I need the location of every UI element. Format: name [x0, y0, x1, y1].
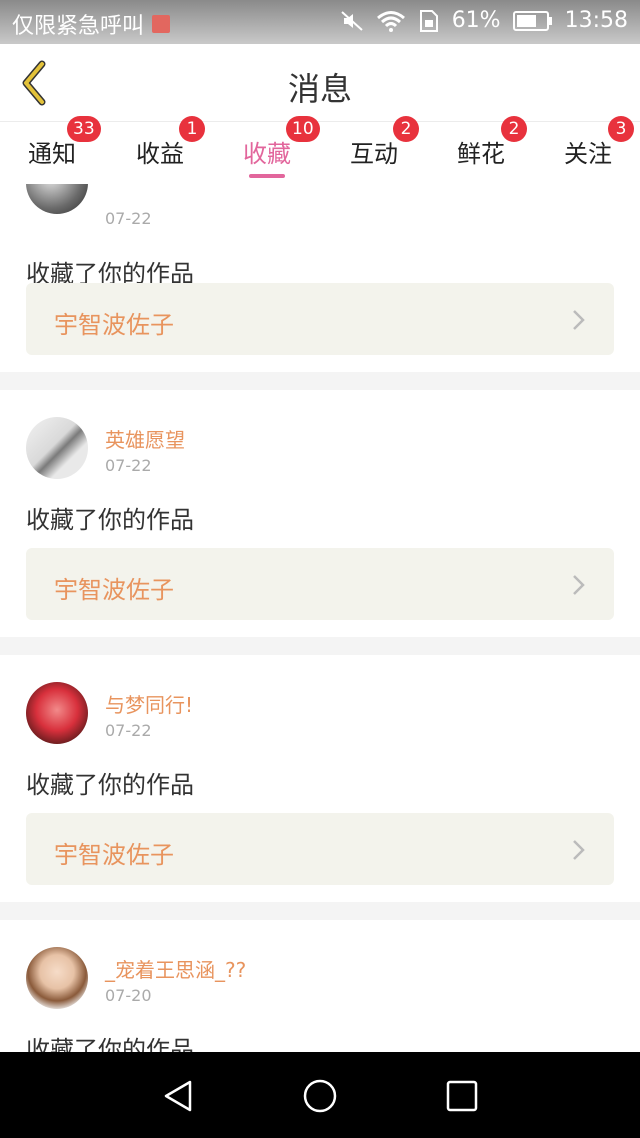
tab-badge: 2	[501, 116, 527, 142]
mute-icon	[341, 10, 363, 31]
tab-flowers[interactable]: 鲜花 2	[426, 116, 536, 184]
status-bar: 仅限紧急呼叫 61% 13:58	[0, 0, 640, 44]
tab-interactions[interactable]: 互动 2	[319, 116, 429, 184]
avatar[interactable]	[26, 947, 88, 1009]
active-tab-indicator	[249, 174, 285, 178]
home-circle-icon[interactable]	[300, 1076, 340, 1116]
clock: 13:58	[564, 8, 628, 33]
message-time: 07-22	[105, 721, 152, 740]
carrier-text: 仅限紧急呼叫	[12, 14, 145, 39]
app-header: 消息	[0, 44, 640, 122]
status-right: 61% 13:58	[340, 8, 628, 33]
work-link[interactable]: 宇智波佐子	[26, 548, 614, 620]
tab-badge: 1	[179, 116, 205, 142]
message-time: 07-22	[105, 209, 152, 228]
tab-bar: 通知 33 收益 1 收藏 10 互动 2 鲜花 2 关注 3	[0, 116, 640, 184]
system-nav-bar	[0, 1052, 640, 1138]
wifi-icon	[376, 10, 405, 32]
tab-follows[interactable]: 关注 3	[533, 116, 640, 184]
recents-square-icon[interactable]	[442, 1076, 482, 1116]
message-card: 07-22 收藏了你的作品 宇智波佐子	[0, 184, 640, 372]
tab-earnings[interactable]: 收益 1	[105, 116, 215, 184]
tab-badge: 2	[393, 116, 419, 142]
tab-notifications[interactable]: 通知 33	[0, 116, 107, 184]
avatar[interactable]	[26, 682, 88, 744]
tab-badge: 10	[286, 116, 320, 142]
message-card: _宠着王思涵_?? 07-20 收藏了你的作品	[0, 920, 640, 1052]
sim-card-icon	[419, 9, 438, 32]
message-card: 英雄愿望 07-22 收藏了你的作品 宇智波佐子	[0, 390, 640, 637]
battery-icon	[512, 10, 552, 31]
page-title: 消息	[287, 70, 352, 108]
back-triangle-icon[interactable]	[158, 1076, 198, 1116]
message-time: 07-20	[105, 986, 152, 1005]
chevron-right-icon	[573, 310, 585, 330]
work-link[interactable]: 宇智波佐子	[26, 283, 614, 355]
work-link[interactable]: 宇智波佐子	[26, 813, 614, 885]
message-text: 收藏了你的作品	[26, 771, 194, 799]
battery-percent: 61%	[451, 8, 501, 33]
tab-badge: 3	[608, 116, 634, 142]
username[interactable]: _宠着王思涵_??	[105, 954, 246, 983]
username[interactable]: 与梦同行!	[105, 689, 193, 718]
chevron-right-icon	[573, 840, 585, 860]
tab-favorites[interactable]: 收藏 10	[212, 116, 322, 184]
username[interactable]: 英雄愿望	[105, 424, 185, 453]
work-title: 宇智波佐子	[54, 576, 174, 604]
message-text: 收藏了你的作品	[26, 506, 194, 534]
message-time: 07-22	[105, 456, 152, 475]
avatar[interactable]	[26, 417, 88, 479]
message-list[interactable]: 07-22 收藏了你的作品 宇智波佐子 英雄愿望 07-22 收藏了你的作品 宇…	[0, 184, 640, 1052]
chevron-right-icon	[573, 575, 585, 595]
screen: 仅限紧急呼叫 61% 13:58 消息 通知 33 收益 1 收藏 10 互动 …	[0, 0, 640, 1138]
message-text: 收藏了你的作品	[26, 1036, 194, 1052]
tab-badge: 33	[67, 116, 101, 142]
message-card: 与梦同行! 07-22 收藏了你的作品 宇智波佐子	[0, 655, 640, 902]
avatar[interactable]	[26, 184, 88, 214]
work-title: 宇智波佐子	[54, 841, 174, 869]
work-title: 宇智波佐子	[54, 311, 174, 339]
sim-alert-icon	[152, 15, 171, 33]
status-left: 仅限紧急呼叫	[12, 8, 171, 40]
